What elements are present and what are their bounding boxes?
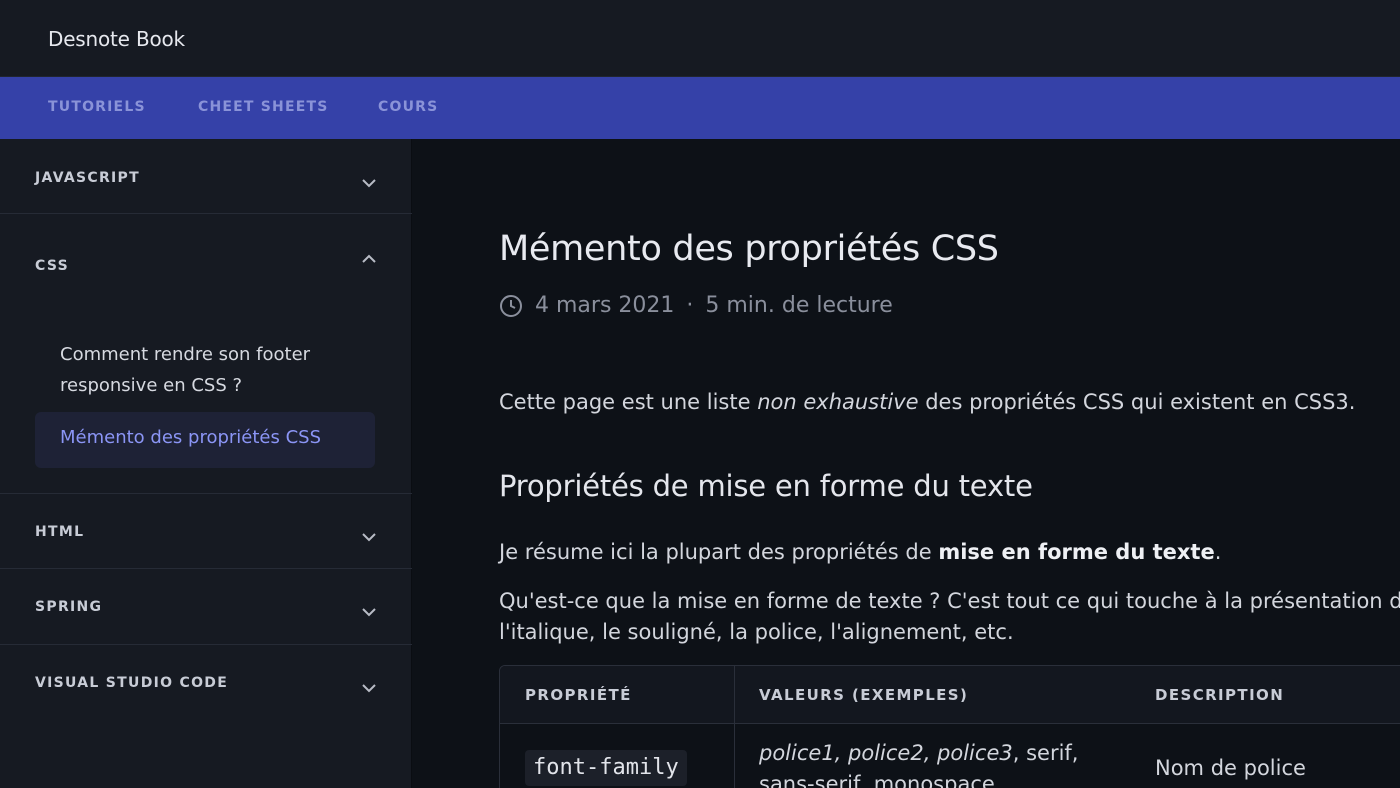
article-content: Mémento des propriétés CSS 4 mars 2021 ·… [413,139,1400,788]
column-divider [734,666,735,788]
definition-paragraph-line1: Qu'est-ce que la mise en forme de texte … [499,589,1400,613]
sidebar-divider [0,644,412,645]
definition-paragraph-line2: l'italique, le souligné, la police, l'al… [499,620,1014,644]
column-header-values: VALEURS (EXEMPLES) [759,686,969,704]
sidebar-section-html[interactable]: HTML [35,524,84,540]
sidebar-section-css[interactable]: CSS [35,258,69,274]
clock-icon [500,294,522,317]
chevron-up-icon[interactable] [358,248,380,270]
sidebar: JAVASCRIPT CSS Comment rendre son footer… [0,139,412,788]
values-cell-line2: sans-serif, monospace [759,772,995,788]
brand-logo-text[interactable]: Desnote Book [48,27,185,51]
top-header: Desnote Book [0,0,1400,77]
nav-tutoriels[interactable]: TUTORIELS [48,99,146,115]
chevron-down-icon[interactable] [358,677,380,699]
sidebar-section-javascript[interactable]: JAVASCRIPT [35,170,140,186]
intro-paragraph: Cette page est une liste non exhaustive … [499,390,1356,414]
sidebar-section-vscode[interactable]: VISUAL STUDIO CODE [35,675,228,691]
chevron-down-icon[interactable] [358,172,380,194]
section-heading: Propriétés de mise en forme du texte [499,469,1033,503]
values-cell-line1: police1, police2, police3, serif, [759,741,1079,765]
chevron-down-icon[interactable] [358,526,380,548]
main-nav: TUTORIELS CHEET SHEETS COURS [0,77,1400,139]
chevron-down-icon[interactable] [358,601,380,623]
column-header-description: DESCRIPTION [1155,686,1285,704]
page-title: Mémento des propriétés CSS [499,229,999,269]
summary-paragraph: Je résume ici la plupart des propriétés … [499,540,1222,564]
sidebar-section-spring[interactable]: SPRING [35,599,102,615]
sidebar-divider [0,493,412,494]
nav-cours[interactable]: COURS [378,99,438,115]
publish-date: 4 mars 2021 [535,293,675,318]
properties-table: PROPRIÉTÉ VALEURS (EXEMPLES) DESCRIPTION… [499,665,1400,788]
sidebar-divider [0,213,412,214]
description-cell: Nom de police [1155,756,1306,780]
column-header-property: PROPRIÉTÉ [525,686,632,704]
sidebar-item-footer-responsive[interactable]: Comment rendre son footer responsive en … [60,339,360,401]
property-code-font-family: font-family [525,750,687,786]
meta-separator: · [686,293,694,318]
article-meta: 4 mars 2021 · 5 min. de lecture [499,293,893,318]
nav-cheet-sheets[interactable]: CHEET SHEETS [198,99,329,115]
sidebar-divider [0,568,412,569]
sidebar-item-memento-css[interactable]: Mémento des propriétés CSS [60,427,321,448]
reading-time: 5 min. de lecture [705,293,893,318]
